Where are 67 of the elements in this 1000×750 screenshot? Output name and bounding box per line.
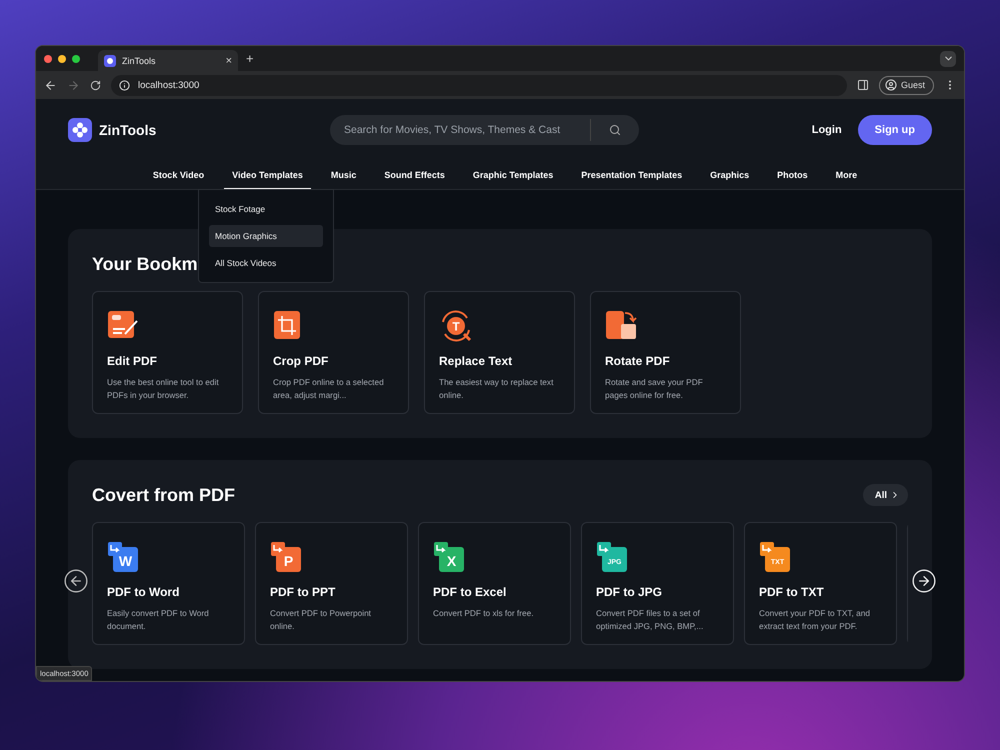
tool-card[interactable]: T Replace Text The easiest way to replace text online. <box>424 291 575 414</box>
menu-item[interactable]: Motion Graphics <box>209 225 323 247</box>
tool-card[interactable]: Edit PDF Use the best online tool to edit PDFs in your browser. <box>92 291 243 414</box>
card-description: Convert PDF to xls for free. <box>433 607 535 620</box>
tab-close-button[interactable]: × <box>226 54 232 66</box>
card-title: PDF to Word <box>107 585 180 599</box>
logo-icon[interactable] <box>68 118 92 142</box>
card-title: Rotate PDF <box>605 354 671 368</box>
card-description: Convert PDF files to a set of optimized JPG, PNG, BMP,... <box>596 607 704 632</box>
nav-tab[interactable]: Stock Video <box>144 161 212 189</box>
menu-item[interactable]: Stock Fotage <box>209 198 323 220</box>
signup-button[interactable]: Sign up <box>858 115 932 145</box>
search-field[interactable]: Search for Movies, TV Shows, Themes & Cast <box>330 115 639 145</box>
card-title: PDF to TXT <box>759 585 825 599</box>
tool-card[interactable]: X PDF to Excel Convert PDF to xls for free. <box>418 522 571 645</box>
section-title: Covert from PDF <box>92 484 236 506</box>
tab-title: ZinTools <box>122 56 157 66</box>
card-title: Replace Text <box>439 354 514 368</box>
card-description: Crop PDF online to a selected area, adjust margi... <box>273 376 385 401</box>
card-description: Rotate and save your PDF pages online for free. <box>605 376 704 401</box>
all-button[interactable]: All <box>862 484 908 506</box>
tool-card[interactable]: W PDF to Word Easily convert PDF to Word document. <box>92 522 245 645</box>
crop-icon <box>273 310 301 340</box>
rotate-page-icon <box>605 310 637 340</box>
new-tab-button[interactable]: + <box>246 51 254 66</box>
card-title: PDF to PPT <box>270 585 336 599</box>
search-icon <box>609 124 621 136</box>
nav-tab[interactable]: Photos <box>769 161 816 189</box>
nav-tab[interactable]: Graphics <box>702 161 758 189</box>
minimize-window-icon[interactable] <box>58 54 66 62</box>
nav-tab[interactable]: Music <box>322 161 364 189</box>
nav-tab[interactable]: Graphic Templates <box>464 161 562 189</box>
url-text: localhost:3000 <box>138 80 200 90</box>
previous-button[interactable] <box>63 568 89 594</box>
card-description: Use the best online tool to edit PDFs in your browser. <box>107 376 220 401</box>
card-title: PDF to Excel <box>433 585 508 599</box>
card-title: PDF to JPG <box>596 585 664 599</box>
section-title: Your Bookm <box>92 254 198 274</box>
favicon-icon <box>104 54 116 66</box>
reload-icon[interactable] <box>90 80 101 90</box>
side-panel-icon[interactable] <box>856 79 869 91</box>
card-description: The easiest way to replace text online. <box>439 376 554 401</box>
tool-card[interactable]: Rotate PDF Rotate and save your PDF pages online for free. <box>590 291 741 414</box>
user-icon <box>884 79 897 91</box>
nav-tab[interactable]: Presentation Templates <box>573 161 690 189</box>
tool-card[interactable]: P PDF to PPT Convert PDF to Powerpoint online. <box>255 522 408 645</box>
browser-tab[interactable]: ZinTools × <box>98 50 238 71</box>
card-title: Edit PDF <box>107 354 158 368</box>
nav-tab[interactable]: More <box>828 161 866 189</box>
back-icon[interactable] <box>44 78 57 92</box>
tool-card[interactable]: Crop PDF Crop PDF online to a selected area, adjust margi... <box>258 291 409 414</box>
info-icon[interactable] <box>119 80 130 90</box>
card-description: Convert your PDF to TXT, and extract text from your PDF. <box>759 607 871 632</box>
card-description: Easily convert PDF to Word document. <box>107 607 210 632</box>
menu-item[interactable]: All Stock Videos <box>209 252 323 274</box>
card-title: Crop PDF <box>273 354 330 368</box>
brand-name: ZinTools <box>99 122 156 138</box>
tab-search-button[interactable] <box>940 50 956 66</box>
address-bar[interactable]: localhost:3000 <box>111 74 847 96</box>
next-button[interactable] <box>911 568 937 594</box>
nav-tab[interactable]: Sound Effects <box>376 161 453 189</box>
close-window-icon[interactable] <box>44 54 52 62</box>
login-link[interactable]: Login <box>812 124 842 136</box>
card-description: Convert PDF to Powerpoint online. <box>270 607 372 632</box>
profile-button[interactable]: Guest <box>878 76 934 94</box>
edit-document-icon <box>107 310 139 340</box>
maximize-window-icon[interactable] <box>72 54 80 62</box>
